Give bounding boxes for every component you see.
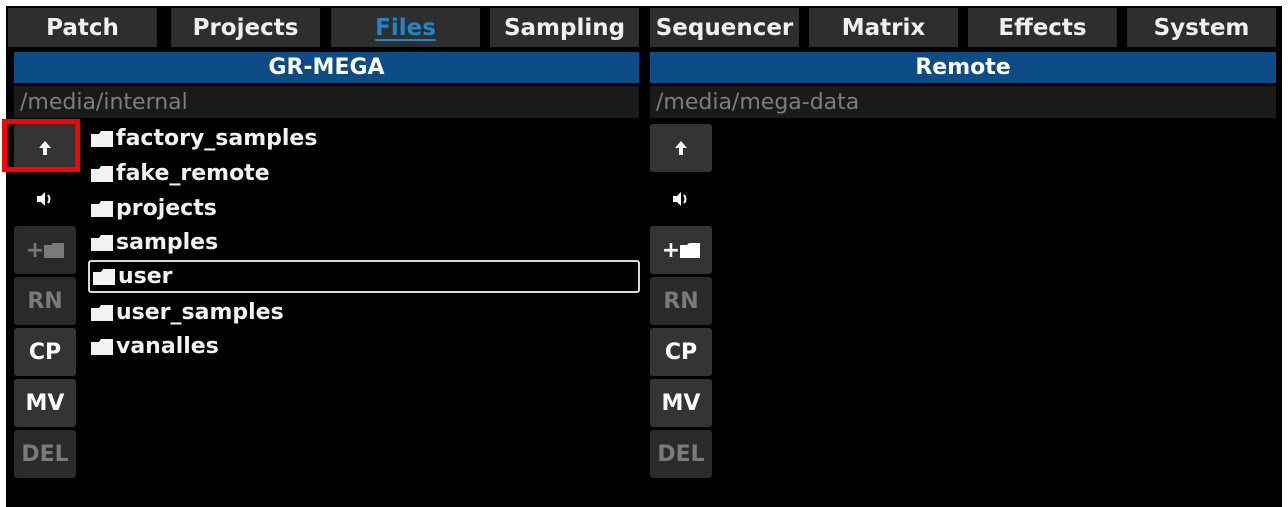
speaker-icon [37,192,51,206]
folder-icon [93,268,115,285]
folder-icon [44,242,65,258]
right-copy-button[interactable]: CP [650,328,712,376]
plus-label: + [661,237,681,263]
right-preview-button[interactable] [650,175,712,223]
right-delete-button[interactable]: DEL [650,430,712,478]
arrow-up-icon [675,141,687,155]
file-name: factory_samples [116,126,318,151]
file-name: vanalles [116,334,219,359]
folder-icon [91,200,113,217]
folder-icon [91,338,113,355]
folder-icon [91,304,113,321]
list-item[interactable]: projects [88,192,640,225]
list-item-selected[interactable]: user [88,260,640,293]
file-name: user [118,264,173,289]
list-item[interactable]: fake_remote [88,157,640,190]
tab-patch[interactable]: Patch [8,8,157,47]
tab-system[interactable]: System [1127,8,1276,47]
right-up-button[interactable] [650,124,712,172]
folder-icon [91,130,113,147]
tab-projects[interactable]: Projects [171,8,320,47]
right-new-folder-button[interactable]: + [650,226,712,274]
file-name: samples [116,230,219,255]
left-delete-button[interactable]: DEL [14,430,76,478]
left-path-bar: /media/internal [14,86,639,118]
highlight-box [2,119,80,172]
speaker-icon [673,192,687,206]
list-item[interactable]: user_samples [88,296,640,329]
file-name: user_samples [116,300,284,325]
left-copy-button[interactable]: CP [14,328,76,376]
left-rename-button[interactable]: RN [14,277,76,325]
right-rename-button[interactable]: RN [650,277,712,325]
right-move-button[interactable]: MV [650,379,712,427]
list-item[interactable]: factory_samples [88,122,640,155]
left-pane-title: GR-MEGA [14,52,639,83]
plus-label: + [25,237,45,263]
tab-sampling[interactable]: Sampling [490,8,639,47]
left-new-folder-button[interactable]: + [14,226,76,274]
folder-icon [91,234,113,251]
file-name: projects [116,196,217,221]
right-pane-title: Remote [650,52,1276,83]
left-preview-button[interactable] [14,175,76,223]
tab-files[interactable]: Files [331,8,480,47]
folder-icon [680,242,701,258]
list-item[interactable]: vanalles [88,330,640,363]
right-path-bar: /media/mega-data [650,86,1276,118]
tab-bar: Patch Projects Files Sampling Sequencer … [8,8,1282,47]
list-item[interactable]: samples [88,226,640,259]
tab-matrix[interactable]: Matrix [809,8,958,47]
tab-effects[interactable]: Effects [968,8,1117,47]
left-move-button[interactable]: MV [14,379,76,427]
file-name: fake_remote [116,161,270,186]
folder-icon [91,165,113,182]
tab-sequencer[interactable]: Sequencer [650,8,799,47]
